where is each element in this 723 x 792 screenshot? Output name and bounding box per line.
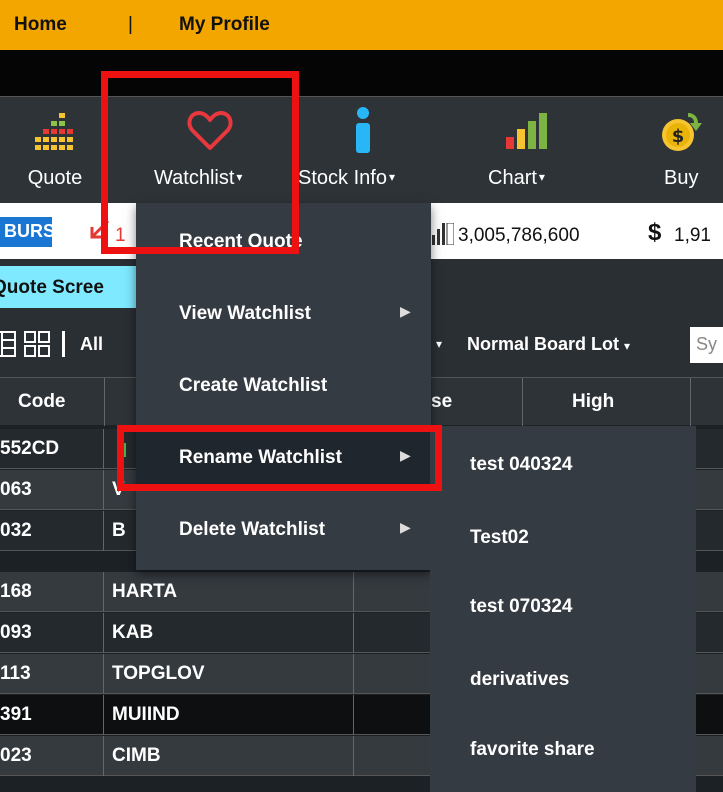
quote-label: Quote <box>27 167 83 189</box>
exchange-badge[interactable]: BURSA <box>0 217 68 247</box>
nav-separator: | <box>128 14 133 35</box>
board-lot-dropdown[interactable]: Normal Board Lot ▾ <box>467 334 630 355</box>
row-name: MUIIND <box>104 695 354 735</box>
row-code: 032 <box>0 511 104 551</box>
submenu-item[interactable]: favorite share <box>470 739 595 761</box>
menu-item-view-watchlist[interactable]: View Watchlist ▶ <box>136 285 431 343</box>
dollar-coin-icon: $ <box>638 107 723 155</box>
stock-info-button[interactable]: Stock Info ▾ <box>298 97 433 204</box>
filter-caret-icon: ▾ <box>436 337 443 351</box>
nav-my-profile-link[interactable]: My Profile <box>179 14 270 36</box>
submenu-item[interactable]: Test02 <box>470 527 529 549</box>
market-value: 1,91 <box>674 225 711 246</box>
row-name: KAB <box>104 613 354 653</box>
svg-text:$: $ <box>671 126 684 147</box>
top-nav-bar: Home | My Profile <box>0 0 723 50</box>
symbol-search-input[interactable]: Sy <box>690 327 723 363</box>
chart-label: Chart ▾ <box>488 167 545 189</box>
submenu-item[interactable]: test 040324 <box>470 454 572 476</box>
chevron-right-icon: ▶ <box>400 519 411 535</box>
buy-label: Buy <box>664 167 699 189</box>
chart-button[interactable]: Chart ▾ <box>478 97 588 204</box>
row-name: CIMB <box>104 736 354 776</box>
stock-info-label: Stock Info ▾ <box>298 167 395 189</box>
row-code: 063 <box>0 470 104 510</box>
submenu-item[interactable]: test 070324 <box>470 596 572 618</box>
list-view-icon[interactable] <box>0 331 16 362</box>
chevron-right-icon: ▶ <box>400 303 411 319</box>
col-close-header[interactable]: se <box>431 391 452 413</box>
rename-highlight-box <box>117 425 442 491</box>
row-code: 391 <box>0 695 104 735</box>
row-code: 093 <box>0 613 104 653</box>
row-code: 552CD <box>0 429 104 469</box>
quote-screen-tab[interactable]: Quote Scree <box>0 266 140 308</box>
col-code-header[interactable]: Code <box>18 391 66 413</box>
bar-grid-icon <box>0 107 110 155</box>
volume-bars-icon <box>432 222 455 250</box>
row-name: HARTA <box>104 572 354 612</box>
col-high-header[interactable]: High <box>572 391 614 413</box>
menu-item-delete-watchlist[interactable]: Delete Watchlist ▶ <box>136 501 431 559</box>
rename-watchlist-submenu: test 040324 Test02 test 070324 derivativ… <box>430 426 696 792</box>
bar-chart-icon <box>464 107 588 155</box>
market-volume: 3,005,786,600 <box>458 225 580 246</box>
watchlist-highlight-box <box>101 71 299 254</box>
menu-item-create-watchlist[interactable]: Create Watchlist <box>136 357 431 415</box>
filter-divider <box>62 331 65 357</box>
grid-view-icon[interactable] <box>24 331 50 362</box>
dollar-icon: $ <box>648 219 662 246</box>
row-code: 023 <box>0 736 104 776</box>
buy-button[interactable]: $ Buy <box>650 97 723 204</box>
info-icon <box>292 107 433 155</box>
quote-button[interactable]: Quote <box>0 97 110 204</box>
nav-home-link[interactable]: Home <box>14 14 67 36</box>
row-code: 113 <box>0 654 104 694</box>
market-filter-dropdown[interactable]: All <box>80 334 103 355</box>
row-name: TOPGLOV <box>104 654 354 694</box>
app-frame: Home | My Profile Quote Watchlist ▾ Stoc… <box>0 0 723 792</box>
watchlist-dropdown-menu: Recent Quote View Watchlist ▶ Create Wat… <box>136 203 431 570</box>
row-code: 168 <box>0 572 104 612</box>
submenu-item[interactable]: derivatives <box>470 669 569 691</box>
